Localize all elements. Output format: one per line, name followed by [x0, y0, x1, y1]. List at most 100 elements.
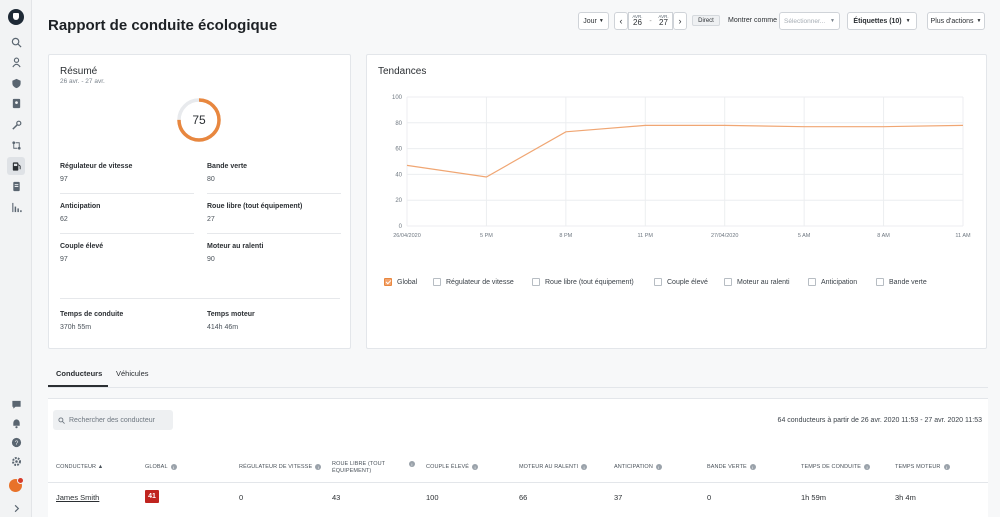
direct-button[interactable]: Direct — [692, 15, 720, 26]
column-header-global[interactable]: GLOBAL i — [145, 464, 177, 470]
info-icon[interactable]: i — [315, 464, 322, 470]
gear-icon[interactable] — [10, 455, 22, 467]
info-icon[interactable]: i — [943, 464, 950, 470]
show-as-select[interactable]: Sélectionner... ▼ — [779, 12, 840, 30]
date-separator: - — [649, 17, 652, 25]
y-tick-label: 100 — [392, 95, 403, 101]
metric-value: 62 — [60, 216, 68, 223]
driver-icon[interactable] — [10, 56, 22, 68]
legend-checkbox[interactable] — [654, 278, 662, 286]
legend-checkbox[interactable] — [532, 278, 540, 286]
legend-item-idle[interactable]: Moteur au ralenti — [724, 278, 790, 286]
legend-item-anticipation[interactable]: Anticipation — [808, 278, 857, 286]
legend-checkbox[interactable] — [724, 278, 732, 286]
x-tick-label: 5 AM — [798, 233, 811, 239]
avatar[interactable] — [9, 477, 24, 492]
period-label: Jour — [583, 17, 597, 25]
bell-icon[interactable] — [10, 417, 22, 429]
tab-drivers[interactable]: Conducteurs — [56, 369, 102, 378]
legend-label: Roue libre (tout équipement) — [545, 278, 634, 286]
legend-label: Anticipation — [821, 278, 858, 286]
summary-date-range: 26 avr. - 27 avr. — [60, 78, 105, 85]
column-header-idle[interactable]: MOTEUR AU RALENTI i — [519, 464, 588, 470]
column-label: TEMPS MOTEUR — [895, 464, 941, 470]
contact-card-icon[interactable] — [10, 97, 22, 109]
metric-value: 414h 46m — [207, 324, 239, 331]
column-header-driver[interactable]: CONDUCTEUR ▲ — [56, 464, 103, 470]
cell-idle: 66 — [519, 493, 528, 502]
x-tick-label: 27/04/2020 — [711, 233, 739, 239]
show-as-label: Montrer comme — [728, 17, 778, 24]
shield-icon[interactable] — [10, 77, 22, 89]
legend-item-speed-regulator[interactable]: Régulateur de vitesse — [433, 278, 514, 286]
column-header-high-torque[interactable]: COUPLE ÉLEVÉ i — [426, 464, 479, 470]
wrench-icon[interactable] — [10, 119, 22, 131]
info-icon[interactable]: i — [409, 461, 415, 467]
chevron-right-icon: › — [678, 16, 682, 26]
tab-vehicles[interactable]: Véhicules — [116, 369, 149, 378]
column-header-engine-time[interactable]: TEMPS MOTEUR i — [895, 464, 950, 470]
info-icon[interactable]: i — [472, 464, 479, 470]
summary-card: Résumé 26 avr. - 27 avr. 75 Régulateur d… — [48, 54, 351, 349]
info-icon[interactable]: i — [749, 464, 756, 470]
select-placeholder: Sélectionner... — [784, 17, 826, 25]
cell-torque: 100 — [426, 493, 439, 502]
column-label: ROUE LIBRE (TOUT ÉQUIPEMENT) — [332, 461, 386, 475]
metric-label: Roue libre (tout équipement) — [207, 203, 303, 210]
info-icon[interactable]: i — [864, 464, 871, 470]
next-date-button[interactable]: › — [673, 12, 687, 30]
tags-dropdown[interactable]: Étiquettes (10) ▼ — [847, 12, 917, 30]
summary-title: Résumé — [60, 66, 98, 77]
legend-checkbox[interactable] — [384, 278, 392, 286]
date-start-day: 26 — [633, 18, 642, 28]
column-label: ANTICIPATION — [614, 464, 653, 470]
chevron-right-icon[interactable] — [10, 502, 22, 514]
document-icon[interactable] — [10, 180, 22, 192]
x-tick-label: 11 AM — [955, 233, 971, 239]
column-label: BANDE VERTE — [707, 464, 747, 470]
info-icon[interactable]: i — [581, 464, 588, 470]
more-actions-dropdown[interactable]: Plus d'actions ▼ — [927, 12, 985, 30]
x-tick-label: 8 AM — [877, 233, 890, 239]
column-header-speed-regulator[interactable]: RÉGULATEUR DE VITESSE i — [239, 464, 322, 470]
column-label: CONDUCTEUR ▲ — [56, 464, 104, 470]
y-tick-label: 40 — [395, 172, 402, 178]
column-label: COUPLE ÉLEVÉ — [426, 464, 470, 470]
column-header-green-band[interactable]: BANDE VERTE i — [707, 464, 756, 470]
period-dropdown[interactable]: Jour ▼ — [578, 12, 609, 30]
help-icon[interactable]: ? — [10, 436, 22, 448]
metric-coasting: Roue libre (tout équipement) 27 — [207, 203, 341, 223]
column-label: RÉGULATEUR DE VITESSE — [239, 464, 313, 470]
legend-item-coasting[interactable]: Roue libre (tout équipement) — [532, 278, 634, 286]
legend-item-global[interactable]: Global — [384, 278, 417, 286]
driver-name-link[interactable]: James Smith — [56, 493, 99, 502]
fuel-report-icon[interactable] — [7, 157, 25, 175]
bar-chart-icon[interactable] — [10, 201, 22, 213]
x-tick-label: 8 PM — [559, 233, 572, 239]
column-header-anticipation[interactable]: ANTICIPATION i — [614, 464, 662, 470]
route-icon[interactable] — [10, 139, 22, 151]
metric-label: Bande verte — [207, 163, 248, 170]
divider — [207, 233, 341, 234]
metric-high-torque: Couple élevé 97 — [60, 243, 194, 263]
info-icon[interactable]: i — [655, 464, 662, 470]
metric-engine-time: Temps moteur 414h 46m — [207, 311, 341, 331]
legend-checkbox[interactable] — [433, 278, 441, 286]
legend-item-green-band[interactable]: Bande verte — [876, 278, 927, 286]
search-icon[interactable] — [10, 36, 22, 48]
column-header-coasting[interactable]: ROUE LIBRE (TOUT ÉQUIPEMENT) i — [332, 461, 416, 475]
column-header-driving-time[interactable]: TEMPS DE CONDUITE i — [801, 464, 871, 470]
cell-engine-time: 3h 4m — [895, 493, 916, 502]
previous-date-button[interactable]: ‹ — [614, 12, 628, 30]
x-tick-label: 5 PM — [480, 233, 493, 239]
legend-checkbox[interactable] — [876, 278, 884, 286]
legend-checkbox[interactable] — [808, 278, 816, 286]
logo-icon[interactable] — [8, 9, 24, 25]
info-icon[interactable]: i — [170, 464, 177, 470]
date-range-picker[interactable]: AVR. 26 - AVR. 27 — [628, 12, 673, 30]
global-score-badge: 41 — [145, 490, 159, 503]
legend-item-high-torque[interactable]: Couple élevé — [654, 278, 708, 286]
chat-icon[interactable] — [10, 398, 22, 410]
y-tick-label: 80 — [395, 121, 402, 127]
search-input[interactable]: Rechercher des conducteur — [53, 410, 173, 430]
